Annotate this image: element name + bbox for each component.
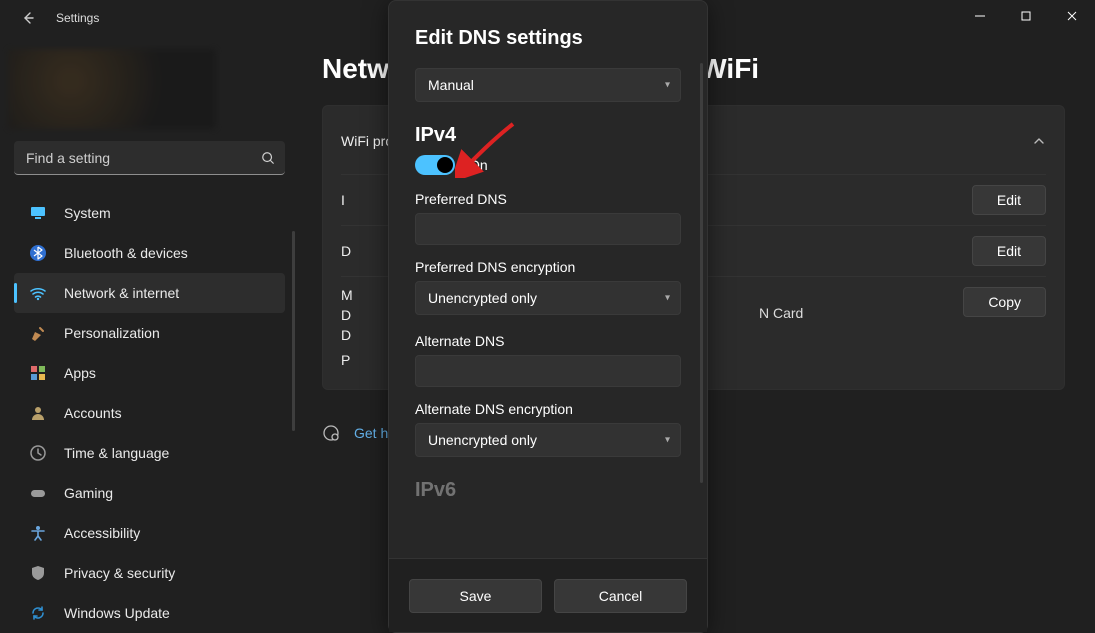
sidebar-item-personalization[interactable]: Personalization: [14, 313, 285, 353]
sidebar-item-network[interactable]: Network & internet: [14, 273, 285, 313]
preferred-dns-encryption-value: Unencrypted only: [428, 290, 537, 306]
sidebar-item-bluetooth[interactable]: Bluetooth & devices: [14, 233, 285, 273]
nav-list: System Bluetooth & devices Network & inter…: [8, 193, 291, 633]
apps-icon: [28, 363, 48, 383]
preferred-dns-label: Preferred DNS: [415, 191, 681, 207]
dns-mode-value: Manual: [428, 77, 474, 93]
edit-ip-button[interactable]: Edit: [972, 185, 1046, 215]
breadcrumb-wifi[interactable]: WiFi: [700, 53, 759, 85]
alternate-dns-encryption-select[interactable]: Unencrypted only ▾: [415, 423, 681, 457]
prop-line-d1: D: [341, 307, 353, 323]
prop-line-p: P: [341, 352, 350, 368]
alternate-dns-input[interactable]: [415, 355, 681, 387]
ip-assignment-label: I: [341, 192, 345, 208]
bluetooth-icon: [28, 243, 48, 263]
monitor-icon: [28, 203, 48, 223]
back-arrow-icon: [20, 10, 36, 26]
window-title: Settings: [56, 11, 99, 25]
clock-icon: [28, 443, 48, 463]
chevron-up-icon[interactable]: [1032, 134, 1046, 148]
sidebar-item-accounts[interactable]: Accounts: [14, 393, 285, 433]
preferred-dns-encryption-label: Preferred DNS encryption: [415, 259, 681, 275]
edit-dns-dialog: Edit DNS settings Manual ▾ IPv4 On Prefe…: [388, 0, 708, 633]
sidebar-item-label: Gaming: [64, 485, 113, 501]
close-button[interactable]: [1049, 0, 1095, 32]
maximize-button[interactable]: [1003, 0, 1049, 32]
dialog-scrollbar[interactable]: [700, 63, 703, 483]
ipv6-heading: IPv6: [415, 479, 681, 502]
sidebar-item-label: Windows Update: [64, 605, 170, 621]
preferred-dns-input[interactable]: [415, 213, 681, 245]
ipv4-toggle-state: On: [469, 157, 488, 173]
dns-mode-select[interactable]: Manual ▾: [415, 68, 681, 102]
sidebar-item-label: Accounts: [64, 405, 122, 421]
shield-icon: [28, 563, 48, 583]
sidebar-item-system[interactable]: System: [14, 193, 285, 233]
sidebar-item-apps[interactable]: Apps: [14, 353, 285, 393]
copy-button[interactable]: Copy: [963, 287, 1046, 317]
account-profile-area[interactable]: [8, 49, 216, 129]
back-button[interactable]: [18, 8, 38, 28]
gaming-icon: [28, 483, 48, 503]
update-icon: [28, 603, 48, 623]
search-input[interactable]: [14, 141, 285, 175]
minimize-icon: [975, 11, 985, 21]
sidebar-item-label: Time & language: [64, 445, 169, 461]
sidebar-item-label: Personalization: [64, 325, 160, 341]
sidebar-item-label: Privacy & security: [64, 565, 175, 581]
prop-line-m: M: [341, 287, 353, 303]
sidebar-item-label: Network & internet: [64, 285, 179, 301]
dns-assignment-label: D: [341, 243, 351, 259]
maximize-icon: [1021, 11, 1031, 21]
sidebar-item-label: System: [64, 205, 111, 221]
wifi-icon: [28, 283, 48, 303]
sidebar-item-label: Bluetooth & devices: [64, 245, 188, 261]
alternate-dns-encryption-label: Alternate DNS encryption: [415, 401, 681, 417]
sidebar-item-label: Accessibility: [64, 525, 140, 541]
person-icon: [28, 403, 48, 423]
prop-line-d2: D: [341, 327, 353, 343]
sidebar-item-update[interactable]: Windows Update: [14, 593, 285, 633]
get-help-link[interactable]: Get h: [354, 425, 388, 441]
sidebar-item-time[interactable]: Time & language: [14, 433, 285, 473]
accessibility-icon: [28, 523, 48, 543]
chevron-down-icon: ▾: [665, 435, 670, 446]
sidebar-scrollbar[interactable]: [292, 231, 295, 431]
wifi-properties-label: WiFi pro: [341, 133, 393, 149]
sidebar: System Bluetooth & devices Network & inter…: [0, 35, 300, 633]
dialog-title: Edit DNS settings: [415, 27, 681, 50]
brush-icon: [28, 323, 48, 343]
sidebar-item-gaming[interactable]: Gaming: [14, 473, 285, 513]
chevron-down-icon: ▾: [665, 293, 670, 304]
sidebar-item-accessibility[interactable]: Accessibility: [14, 513, 285, 553]
help-icon: [322, 424, 340, 442]
breadcrumb-network[interactable]: Netw: [322, 53, 389, 85]
alternate-dns-label: Alternate DNS: [415, 333, 681, 349]
preferred-dns-encryption-select[interactable]: Unencrypted only ▾: [415, 281, 681, 315]
adapter-desc-fragment: N Card: [759, 305, 803, 321]
edit-dns-button[interactable]: Edit: [972, 236, 1046, 266]
sidebar-item-privacy[interactable]: Privacy & security: [14, 553, 285, 593]
sidebar-item-label: Apps: [64, 365, 96, 381]
save-button[interactable]: Save: [409, 579, 542, 613]
minimize-button[interactable]: [957, 0, 1003, 32]
ipv4-toggle[interactable]: [415, 155, 455, 175]
alternate-dns-encryption-value: Unencrypted only: [428, 432, 537, 448]
ipv4-heading: IPv4: [415, 124, 681, 147]
chevron-down-icon: ▾: [665, 80, 670, 91]
close-icon: [1067, 11, 1077, 21]
cancel-button[interactable]: Cancel: [554, 579, 687, 613]
